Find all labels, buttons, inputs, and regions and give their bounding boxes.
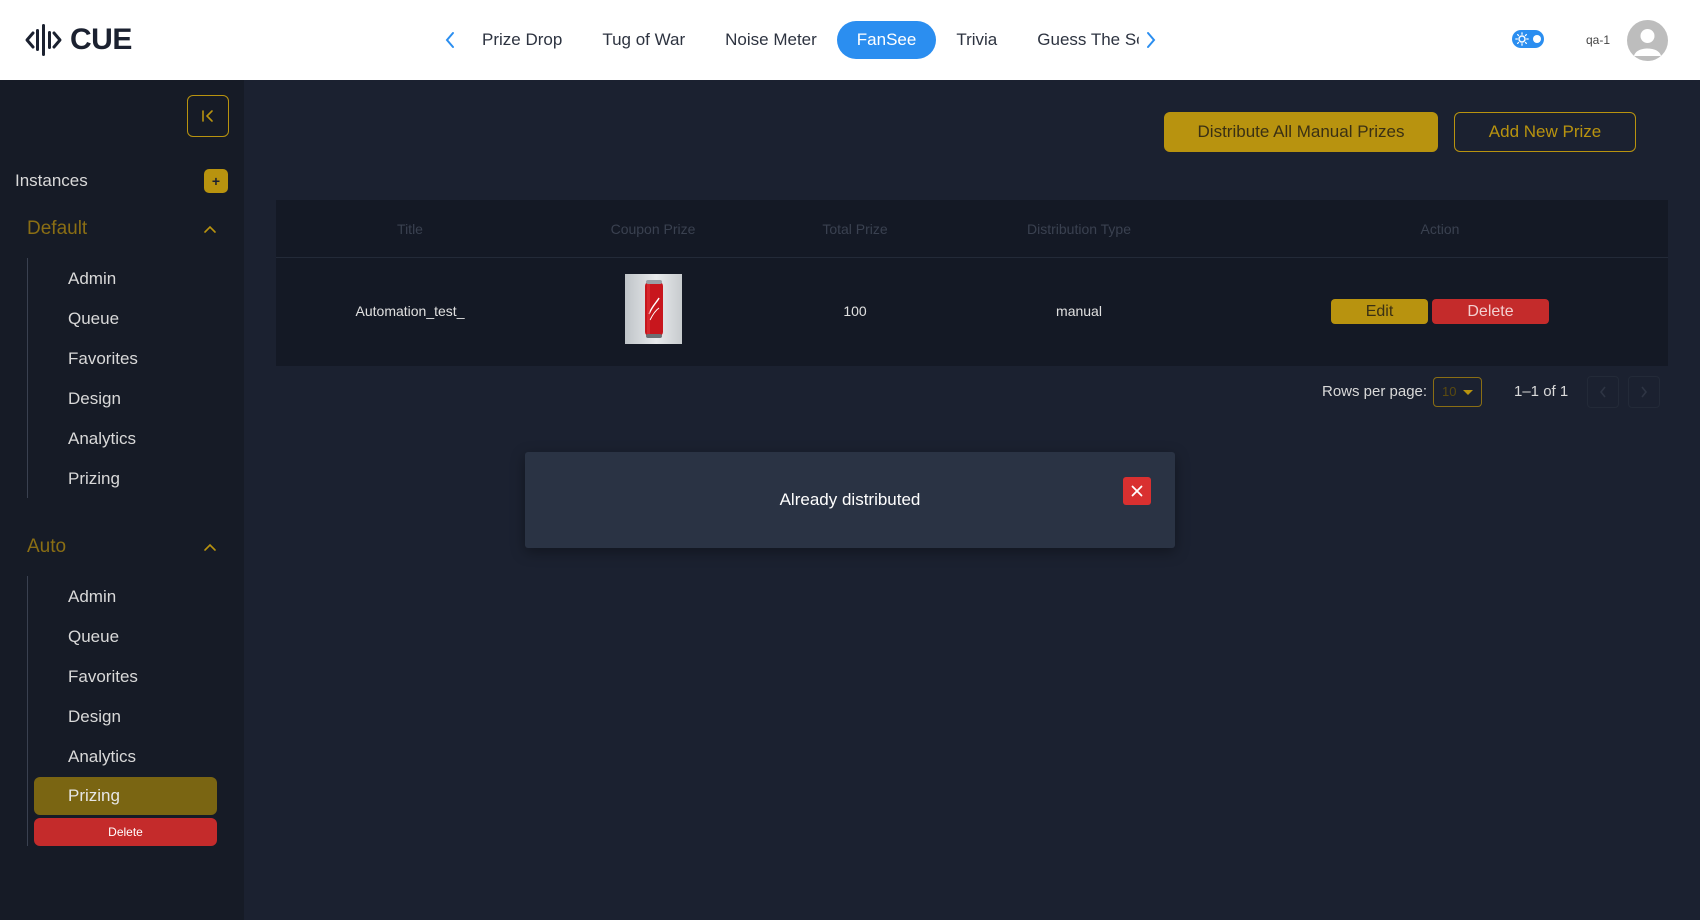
nav-item-prizing[interactable]: Prizing — [34, 777, 217, 815]
tab-fansee[interactable]: FanSee — [836, 21, 937, 59]
logo-text: CUE — [70, 23, 132, 56]
rows-per-page-label: Rows per page: — [1322, 383, 1428, 400]
group-divider-line — [27, 576, 28, 846]
logo-waveform-icon — [25, 24, 62, 56]
close-icon — [1131, 485, 1143, 497]
instances-label: Instances — [15, 171, 88, 190]
edit-button[interactable]: Edit — [1331, 299, 1428, 324]
chevron-left-icon — [445, 32, 454, 48]
column-header-action: Action — [1420, 221, 1460, 237]
toast-message: Already distributed — [779, 490, 921, 509]
chevron-left-icon — [1599, 386, 1606, 398]
user-icon — [1634, 29, 1661, 56]
nav-item-admin[interactable]: Admin — [34, 578, 217, 616]
tab-guess-the-score[interactable]: Guess The Sco — [1017, 21, 1139, 59]
toast-close-button[interactable] — [1123, 477, 1151, 505]
avatar[interactable] — [1627, 20, 1668, 61]
chevron-right-icon — [1147, 32, 1156, 48]
toast-notification: Already distributed — [525, 452, 1175, 548]
top-bar: CUE Prize Drop Tug of War Noise Meter Fa… — [0, 0, 1700, 80]
soda-can-icon — [644, 280, 663, 338]
sun-icon — [1515, 32, 1529, 46]
tab-tug-of-war[interactable]: Tug of War — [582, 21, 705, 59]
add-new-prize-button[interactable]: Add New Prize — [1454, 112, 1636, 152]
pagination-range: 1–1 of 1 — [1514, 383, 1569, 400]
game-tabs: Prize Drop Tug of War Noise Meter FanSee… — [438, 20, 1163, 60]
nav-item-analytics[interactable]: Analytics — [34, 738, 217, 776]
collapse-sidebar-button[interactable] — [187, 95, 229, 137]
theme-toggle[interactable] — [1512, 30, 1544, 48]
tab-noise-meter[interactable]: Noise Meter — [705, 21, 837, 59]
collapse-left-icon — [202, 110, 213, 122]
nav-item-favorites[interactable]: Favorites — [34, 658, 217, 696]
nav-item-queue[interactable]: Queue — [34, 618, 217, 656]
column-header-total-prize: Total Prize — [822, 221, 888, 237]
chevron-up-icon[interactable] — [202, 539, 218, 555]
group-title-default[interactable]: Default — [27, 218, 87, 240]
nav-item-queue[interactable]: Queue — [34, 300, 217, 338]
delete-button[interactable]: Delete — [1432, 299, 1549, 324]
toggle-knob — [1533, 35, 1541, 43]
delete-instance-button[interactable]: Delete — [34, 818, 217, 846]
nav-item-prizing[interactable]: Prizing — [34, 460, 217, 498]
chevron-right-icon — [1641, 386, 1648, 398]
nav-item-analytics[interactable]: Analytics — [34, 420, 217, 458]
distribute-all-button[interactable]: Distribute All Manual Prizes — [1164, 112, 1438, 152]
cell-title: Automation_test_ — [355, 303, 465, 319]
group-title-auto[interactable]: Auto — [27, 536, 66, 558]
username: qa-1 — [1586, 33, 1611, 47]
column-header-distribution-type: Distribution Type — [1026, 221, 1132, 237]
cell-total-prize: 100 — [843, 303, 867, 319]
add-instance-button[interactable]: + — [204, 169, 228, 193]
tab-prize-drop[interactable]: Prize Drop — [462, 21, 582, 59]
tabs-prev-button[interactable] — [438, 20, 462, 60]
tabs-next-button[interactable] — [1139, 20, 1163, 60]
prizes-table: Title Coupon Prize Total Prize Distribut… — [276, 200, 1668, 366]
nav-item-favorites[interactable]: Favorites — [34, 340, 217, 378]
previous-page-button[interactable] — [1587, 376, 1619, 408]
nav-item-admin[interactable]: Admin — [34, 260, 217, 298]
cell-distribution-type: manual — [1056, 303, 1102, 319]
tab-trivia[interactable]: Trivia — [936, 21, 1017, 59]
table-header: Title Coupon Prize Total Prize Distribut… — [276, 200, 1668, 258]
rows-per-page-select[interactable]: 10 — [1433, 377, 1482, 407]
group-divider-line — [27, 258, 28, 498]
nav-item-design[interactable]: Design — [34, 698, 217, 736]
rows-per-page-value: 10 — [1442, 384, 1457, 399]
chevron-up-icon[interactable] — [202, 221, 218, 237]
next-page-button[interactable] — [1628, 376, 1660, 408]
nav-item-design[interactable]: Design — [34, 380, 217, 418]
column-header-coupon-prize: Coupon Prize — [610, 221, 696, 237]
coupon-prize-image — [625, 274, 682, 344]
caret-down-icon — [1463, 390, 1473, 395]
column-header-title: Title — [397, 221, 423, 237]
app-logo[interactable]: CUE — [24, 20, 132, 60]
sidebar: Instances + Default Admin Queue Favorite… — [0, 80, 244, 920]
